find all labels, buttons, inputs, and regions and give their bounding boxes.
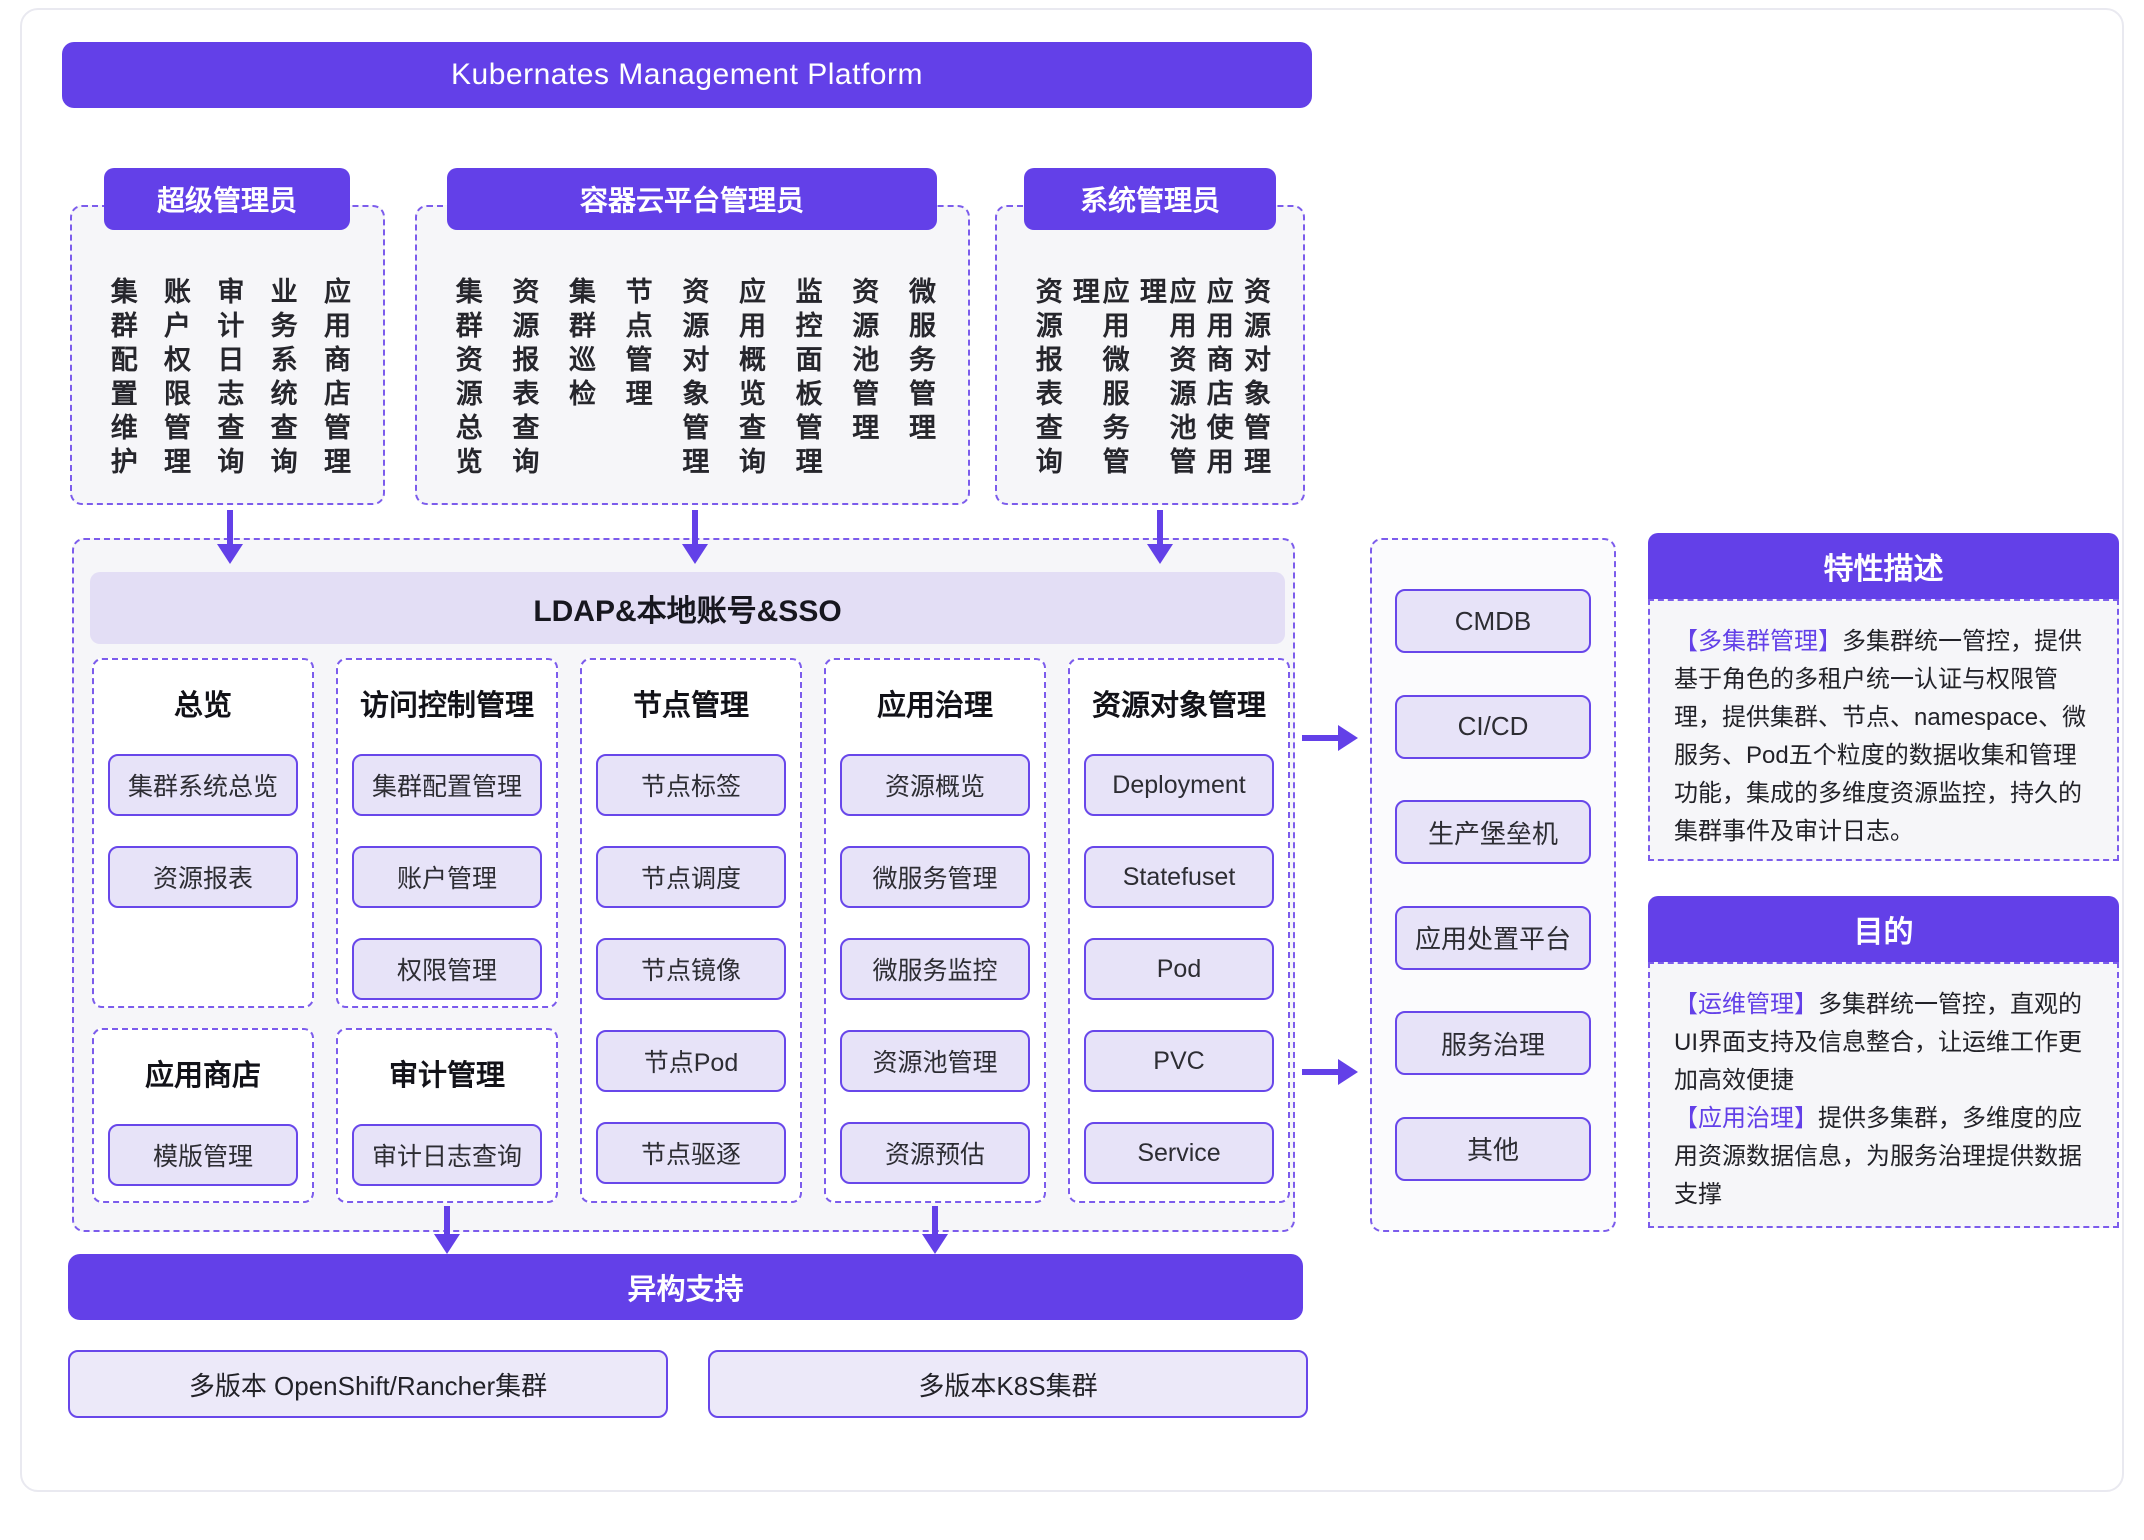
platform-title: Kubernates Management Platform <box>451 58 923 92</box>
integration-item: 生产堡垒机 <box>1395 800 1591 864</box>
feature-tag: 【多集群管理】 <box>1674 628 1842 655</box>
module-item: 集群系统总览 <box>108 754 298 816</box>
module-title: 节点管理 <box>633 676 749 724</box>
role-box-platform-admin: 集群资源总览 资源报表查询 集群巡检 节点管理 资源对象管理 应用概览查询 监控… <box>415 205 970 505</box>
role-capability: 应用概览查询 <box>734 277 764 481</box>
role-capability: 资源对象管理 <box>1239 277 1269 481</box>
module-app-store: 应用商店 模版管理 <box>92 1028 314 1203</box>
role-capability: 账户权限管理 <box>159 277 189 481</box>
role-capability: 资源报表查询 <box>1031 277 1061 481</box>
integration-item: 其他 <box>1395 1117 1591 1181</box>
down-arrow-icon <box>217 510 243 564</box>
module-title: 访问控制管理 <box>360 676 534 724</box>
role-capability: 集群资源总览 <box>451 277 481 481</box>
module-title: 应用治理 <box>877 676 993 724</box>
module-title: 审计管理 <box>389 1046 505 1094</box>
role-capability: 资源池管理 <box>848 277 878 447</box>
module-item: 节点Pod <box>596 1030 786 1092</box>
down-arrow-icon <box>922 1206 948 1254</box>
module-item: 集群配置管理 <box>352 754 542 816</box>
module-node-management: 节点管理 节点标签 节点调度 节点镜像 节点Pod 节点驱逐 <box>580 658 802 1203</box>
role-capability: 资源报表查询 <box>508 277 538 481</box>
role-capability: 集群巡检 <box>564 277 594 413</box>
module-resource-objects: 资源对象管理 Deployment Statefuset Pod PVC Ser… <box>1068 658 1290 1203</box>
right-arrow-icon <box>1302 725 1358 751</box>
module-item: 微服务监控 <box>840 938 1030 1000</box>
down-arrow-icon <box>434 1206 460 1254</box>
auth-bar: LDAP&本地账号&SSO <box>90 572 1285 644</box>
module-item: Service <box>1084 1122 1274 1184</box>
module-item: 节点驱逐 <box>596 1122 786 1184</box>
module-item: 节点调度 <box>596 846 786 908</box>
integration-item: 应用处置平台 <box>1395 906 1591 970</box>
cluster-box-openshift-rancher: 多版本 OpenShift/Rancher集群 <box>68 1350 668 1418</box>
role-capability: 应用商店管理 <box>319 277 349 481</box>
role-capability: 应用资源池管理 <box>1135 277 1194 503</box>
purpose-tag: 【应用治理】 <box>1674 1105 1818 1132</box>
role-capability: 集群配置维护 <box>106 277 136 481</box>
architecture-diagram: Kubernates Management Platform 集群配置维护 账户… <box>0 0 2144 1540</box>
module-title: 资源对象管理 <box>1092 676 1266 724</box>
module-item: 节点镜像 <box>596 938 786 1000</box>
module-item: 模版管理 <box>108 1124 298 1186</box>
role-capability: 应用商店使用 <box>1202 277 1232 481</box>
role-pill-system-admin: 系统管理员 <box>1024 168 1276 230</box>
role-box-super-admin: 集群配置维护 账户权限管理 审计日志查询 业务系统查询 应用商店管理 <box>70 205 385 505</box>
purpose-tag: 【运维管理】 <box>1674 991 1818 1018</box>
purpose-panel: 目的 【运维管理】多集群统一管控，直观的UI界面支持及信息整合，让运维工作更加高… <box>1648 896 2119 1228</box>
purpose-panel-header: 目的 <box>1648 896 2119 962</box>
feature-text: 多集群统一管控，提供基于角色的多租户统一认证与权限管理，提供集群、节点、name… <box>1674 628 2086 845</box>
cluster-box-k8s: 多版本K8S集群 <box>708 1350 1308 1418</box>
module-item: Pod <box>1084 938 1274 1000</box>
module-item: Statefuset <box>1084 846 1274 908</box>
role-capability: 应用微服务管理 <box>1068 277 1127 503</box>
hetero-support-bar: 异构支持 <box>68 1254 1303 1320</box>
module-item: PVC <box>1084 1030 1274 1092</box>
role-capability: 业务系统查询 <box>266 277 296 481</box>
feature-panel-body: 【多集群管理】多集群统一管控，提供基于角色的多租户统一认证与权限管理，提供集群、… <box>1648 599 2119 861</box>
integration-item: 服务治理 <box>1395 1011 1591 1075</box>
module-access-control: 访问控制管理 集群配置管理 账户管理 权限管理 <box>336 658 558 1008</box>
role-capability: 监控面板管理 <box>791 277 821 481</box>
feature-panel: 特性描述 【多集群管理】多集群统一管控，提供基于角色的多租户统一认证与权限管理，… <box>1648 533 2119 861</box>
down-arrow-icon <box>1147 510 1173 564</box>
module-item: 资源池管理 <box>840 1030 1030 1092</box>
module-app-governance: 应用治理 资源概览 微服务管理 微服务监控 资源池管理 资源预估 <box>824 658 1046 1203</box>
right-arrow-icon <box>1302 1059 1358 1085</box>
module-title: 总览 <box>174 676 232 724</box>
role-capability: 资源对象管理 <box>678 277 708 481</box>
down-arrow-icon <box>682 510 708 564</box>
role-capability: 节点管理 <box>621 277 651 413</box>
module-item: Deployment <box>1084 754 1274 816</box>
module-item: 账户管理 <box>352 846 542 908</box>
role-pill-platform-admin: 容器云平台管理员 <box>447 168 937 230</box>
module-item: 节点标签 <box>596 754 786 816</box>
role-capability: 微服务管理 <box>904 277 934 447</box>
feature-panel-header: 特性描述 <box>1648 533 2119 599</box>
integration-item: CMDB <box>1395 589 1591 653</box>
module-item: 资源预估 <box>840 1122 1030 1184</box>
module-audit: 审计管理 审计日志查询 <box>336 1028 558 1203</box>
module-item: 微服务管理 <box>840 846 1030 908</box>
integration-item: CI/CD <box>1395 695 1591 759</box>
platform-title-bar: Kubernates Management Platform <box>62 42 1312 108</box>
role-capability: 审计日志查询 <box>213 277 243 481</box>
module-item: 权限管理 <box>352 938 542 1000</box>
module-item: 资源概览 <box>840 754 1030 816</box>
module-item: 审计日志查询 <box>352 1124 542 1186</box>
role-pill-super-admin: 超级管理员 <box>104 168 350 230</box>
role-box-system-admin: 资源报表查询 应用微服务管理 应用资源池管理 应用商店使用 资源对象管理 <box>995 205 1305 505</box>
purpose-panel-body: 【运维管理】多集群统一管控，直观的UI界面支持及信息整合，让运维工作更加高效便捷… <box>1648 962 2119 1228</box>
integration-column: CMDB CI/CD 生产堡垒机 应用处置平台 服务治理 其他 <box>1370 538 1616 1232</box>
module-title: 应用商店 <box>145 1046 261 1094</box>
module-item: 资源报表 <box>108 846 298 908</box>
module-overview: 总览 集群系统总览 资源报表 <box>92 658 314 1008</box>
